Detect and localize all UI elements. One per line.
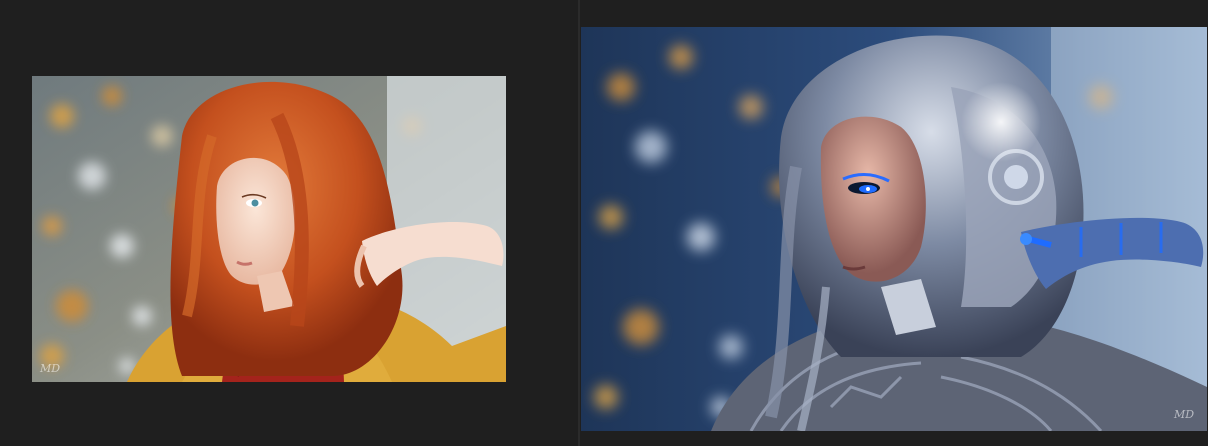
- transformed-photo-art: [581, 27, 1207, 431]
- original-photo-art: [32, 76, 506, 382]
- original-photo: [32, 76, 506, 382]
- right-pane: MD: [580, 0, 1208, 446]
- comparison-viewer: MD MD: [0, 0, 1208, 446]
- transformed-photo: [581, 27, 1207, 431]
- left-pane: MD: [0, 0, 578, 446]
- right-watermark: MD: [1174, 408, 1195, 421]
- left-watermark: MD: [40, 362, 61, 375]
